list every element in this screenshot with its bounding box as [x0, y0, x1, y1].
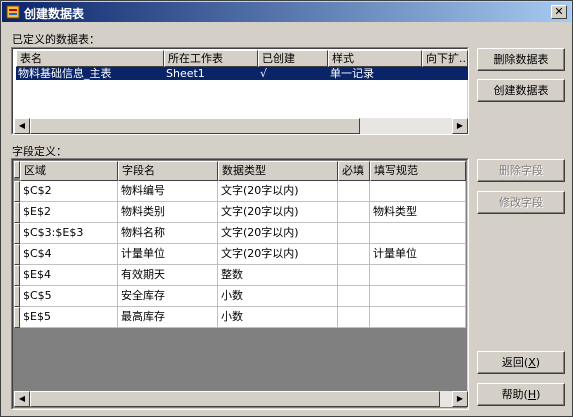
grid-cell[interactable] [370, 181, 466, 202]
column-header[interactable]: 数据类型 [218, 161, 338, 181]
grid-cell[interactable]: 物料名称 [118, 223, 218, 244]
help-button[interactable]: 帮助(H) [477, 383, 565, 406]
grid-cell[interactable]: 安全库存 [118, 286, 218, 307]
grid-cell[interactable]: $C$5 [20, 286, 118, 307]
scroll-thumb[interactable] [30, 118, 360, 134]
grid-cell[interactable]: 文字(20字以内) [218, 244, 338, 265]
scroll-thumb[interactable] [30, 391, 440, 407]
grid-cell[interactable] [370, 286, 466, 307]
defined-tables-list[interactable]: 表名 所在工作表 已创建 样式 向下扩... 物料基础信息_主表 Sheet1 √ 单一记录 … [11, 47, 469, 135]
grid-cell[interactable]: $E$4 [20, 265, 118, 286]
table-cell: 物料基础信息_主表 [18, 67, 112, 80]
grid-cell[interactable]: 小数 [218, 286, 338, 307]
app-icon [6, 5, 20, 19]
fields-hscrollbar[interactable]: ◀ ▶ [14, 391, 468, 407]
fields-grid[interactable]: 区域 字段名 数据类型 必填 填写规范 $C$2 物料编号 文字(20字以内) $E$2 物料类… [11, 158, 469, 410]
table-cell: Sheet1 [166, 67, 205, 80]
grid-cell[interactable]: 有效期天 [118, 265, 218, 286]
grid-cell[interactable] [338, 181, 370, 202]
defined-tables-hscrollbar[interactable]: ◀ ▶ [14, 118, 468, 134]
column-header[interactable]: 必填 [338, 161, 370, 181]
grid-cell[interactable] [338, 265, 370, 286]
delete-table-button[interactable]: 删除数据表 [477, 48, 565, 71]
grid-cell[interactable] [338, 202, 370, 223]
scroll-left-icon[interactable]: ◀ [14, 118, 30, 134]
grid-cell[interactable]: 文字(20字以内) [218, 202, 338, 223]
defined-tables-label: 已定义的数据表： [12, 33, 100, 46]
grid-cell[interactable]: $E$2 [20, 202, 118, 223]
grid-cell[interactable] [370, 307, 466, 328]
grid-cell[interactable] [370, 223, 466, 244]
grid-cell[interactable] [370, 265, 466, 286]
column-header[interactable]: 已创建 [258, 50, 328, 67]
grid-cell[interactable]: 整数 [218, 265, 338, 286]
scroll-left-icon[interactable]: ◀ [14, 391, 30, 407]
grid-cell[interactable]: 小数 [218, 307, 338, 328]
column-header[interactable]: 填写规范 [370, 161, 466, 181]
table-row[interactable]: 物料基础信息_主表 Sheet1 √ 单一记录 [16, 67, 468, 80]
grid-cell[interactable]: 文字(20字以内) [218, 223, 338, 244]
column-header[interactable]: 向下扩... [422, 50, 468, 67]
column-header[interactable]: 所在工作表 [164, 50, 258, 67]
grid-cell[interactable]: 物料类型 [370, 202, 466, 223]
column-header[interactable]: 字段名 [118, 161, 218, 181]
column-header[interactable]: 表名 [16, 50, 164, 67]
table-cell: 单一记录 [330, 67, 374, 80]
back-button[interactable]: 返回(X) [477, 351, 565, 374]
edit-field-button[interactable]: 修改字段 [477, 191, 565, 214]
grid-cell[interactable]: 计量单位 [370, 244, 466, 265]
close-button[interactable]: ✕ [551, 5, 567, 19]
column-header[interactable]: 区域 [20, 161, 118, 181]
grid-cell[interactable]: $C$4 [20, 244, 118, 265]
grid-cell[interactable]: 最高库存 [118, 307, 218, 328]
title-bar: 创建数据表 ✕ [2, 2, 571, 22]
grid-cell[interactable] [338, 223, 370, 244]
scroll-right-icon[interactable]: ▶ [452, 118, 468, 134]
grid-cell[interactable]: $C$3:$E$3 [20, 223, 118, 244]
grid-cell[interactable]: 物料编号 [118, 181, 218, 202]
fields-label: 字段定义： [12, 145, 67, 158]
grid-cell[interactable] [338, 307, 370, 328]
delete-field-button[interactable]: 删除字段 [477, 159, 565, 182]
close-icon: ✕ [554, 5, 564, 18]
grid-cell[interactable]: 文字(20字以内) [218, 181, 338, 202]
window-title: 创建数据表 [24, 7, 85, 21]
column-header[interactable]: 样式 [328, 50, 422, 67]
dialog-window: 创建数据表 ✕ 已定义的数据表： 表名 所在工作表 已创建 样式 向下扩... 物料基础… [0, 0, 573, 417]
grid-cell[interactable]: $E$5 [20, 307, 118, 328]
grid-cell[interactable]: 物料类别 [118, 202, 218, 223]
grid-cell[interactable]: 计量单位 [118, 244, 218, 265]
grid-cell[interactable]: $C$2 [20, 181, 118, 202]
grid-cell[interactable] [338, 244, 370, 265]
scroll-right-icon[interactable]: ▶ [452, 391, 468, 407]
grid-cell[interactable] [338, 286, 370, 307]
create-table-button[interactable]: 创建数据表 [477, 79, 565, 102]
table-cell: √ [260, 67, 268, 80]
